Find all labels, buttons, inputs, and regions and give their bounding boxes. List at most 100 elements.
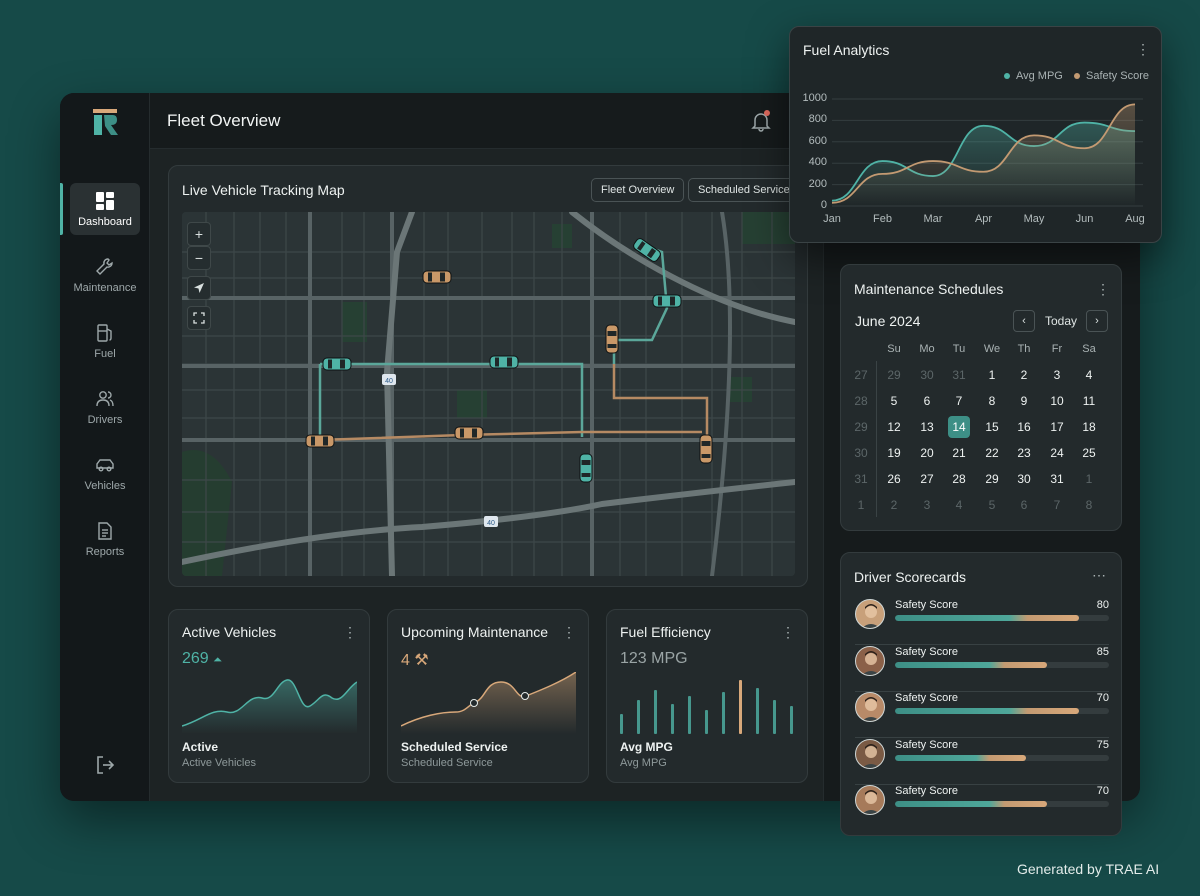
calendar-title: Maintenance Schedules xyxy=(854,281,1004,297)
series-line xyxy=(831,121,1136,202)
calendar-day[interactable]: 21 xyxy=(943,442,975,464)
vehicle-marker-icon[interactable] xyxy=(605,324,619,354)
locate-button[interactable] xyxy=(187,276,211,300)
calendar-day[interactable]: 24 xyxy=(1041,442,1073,464)
score-bar-track xyxy=(895,661,1109,668)
vehicle-tracking-map[interactable]: 40 40 + − xyxy=(182,212,795,576)
calendar-day[interactable]: 10 xyxy=(1041,390,1073,412)
sidebar-item-vehicles[interactable]: Vehicles xyxy=(70,447,140,499)
calendar-day[interactable]: 25 xyxy=(1073,442,1105,464)
vehicle-marker-icon[interactable] xyxy=(422,270,452,284)
calendar-day[interactable]: 6 xyxy=(911,390,943,412)
vehicle-marker-icon[interactable] xyxy=(322,357,352,371)
calendar-day[interactable]: 30 xyxy=(1008,468,1040,490)
more-options-icon[interactable]: ⋮ xyxy=(343,625,357,639)
calendar-day[interactable]: 29 xyxy=(878,364,910,386)
sidebar-item-drivers[interactable]: Drivers xyxy=(70,381,140,433)
calendar-day[interactable]: 9 xyxy=(1008,390,1040,412)
calendar-day[interactable]: 18 xyxy=(1073,416,1105,438)
calendar-day[interactable]: 5 xyxy=(976,494,1008,516)
vehicle-marker-icon[interactable] xyxy=(699,434,713,464)
calendar-day[interactable]: 16 xyxy=(1008,416,1040,438)
vehicle-marker-icon[interactable] xyxy=(454,426,484,440)
calendar-day[interactable]: 17 xyxy=(1041,416,1073,438)
y-tick-label: 1000 xyxy=(802,92,827,104)
driver-row[interactable]: Safety Score 70 xyxy=(855,785,1109,831)
fleet-overview-button[interactable]: Fleet Overview xyxy=(591,178,685,202)
series-area xyxy=(832,122,1135,206)
zoom-out-button[interactable]: − xyxy=(187,246,211,270)
sidebar: Dashboard Maintenance Fuel Drivers Vehic… xyxy=(60,93,150,801)
calendar-day[interactable]: 5 xyxy=(878,390,910,412)
location-arrow-icon xyxy=(194,283,204,293)
avatar[interactable] xyxy=(855,785,885,815)
calendar-day[interactable]: 31 xyxy=(943,364,975,386)
calendar-day[interactable]: 15 xyxy=(976,416,1008,438)
calendar-day[interactable]: 3 xyxy=(1041,364,1073,386)
calendar-day-selected[interactable]: 14 xyxy=(948,416,970,438)
active-vehicles-sparkline xyxy=(182,679,357,734)
calendar-next-button[interactable]: › xyxy=(1086,310,1108,332)
stat-sublabel: Active Vehicles xyxy=(182,757,256,769)
calendar-day[interactable]: 2 xyxy=(878,494,910,516)
calendar-today-button[interactable]: Today xyxy=(1045,314,1077,328)
calendar-day[interactable]: 29 xyxy=(976,468,1008,490)
sidebar-item-maintenance[interactable]: Maintenance xyxy=(70,249,140,301)
x-tick-label: Jun xyxy=(1075,213,1094,225)
driver-row[interactable]: Safety Score 75 xyxy=(855,738,1109,785)
calendar-day[interactable]: 8 xyxy=(1073,494,1105,516)
calendar-day[interactable]: 23 xyxy=(1008,442,1040,464)
sidebar-item-dashboard[interactable]: Dashboard xyxy=(60,183,140,235)
calendar-day[interactable]: 30 xyxy=(911,364,943,386)
more-options-icon[interactable]: ⋯ xyxy=(1092,568,1106,582)
calendar-day[interactable]: 4 xyxy=(1073,364,1105,386)
calendar-day[interactable]: 1 xyxy=(1073,468,1105,490)
avatar[interactable] xyxy=(855,738,885,769)
logout-icon[interactable] xyxy=(93,753,117,777)
scheduled-service-button[interactable]: Scheduled Service xyxy=(688,178,800,202)
driver-row[interactable]: Safety Score 70 xyxy=(855,692,1109,738)
calendar-day[interactable]: 4 xyxy=(943,494,975,516)
driver-row[interactable]: Safety Score 85 xyxy=(855,645,1109,692)
person-icon xyxy=(862,790,880,814)
more-options-icon[interactable]: ⋮ xyxy=(1136,42,1150,56)
calendar-day[interactable]: 27 xyxy=(911,468,943,490)
app-logo-icon[interactable] xyxy=(91,107,119,137)
calendar-day[interactable]: 7 xyxy=(1041,494,1073,516)
more-options-icon[interactable]: ⋮ xyxy=(1096,282,1110,296)
sidebar-item-fuel[interactable]: Fuel xyxy=(70,315,140,367)
calendar-day[interactable]: 6 xyxy=(1008,494,1040,516)
calendar-day[interactable]: 20 xyxy=(911,442,943,464)
avatar[interactable] xyxy=(855,692,885,722)
avatar[interactable] xyxy=(855,645,885,676)
users-icon xyxy=(96,390,114,406)
fullscreen-button[interactable] xyxy=(187,306,211,330)
calendar-day[interactable]: 31 xyxy=(1041,468,1073,490)
calendar-day[interactable]: 7 xyxy=(943,390,975,412)
calendar-day[interactable]: 26 xyxy=(878,468,910,490)
vehicle-marker-icon[interactable] xyxy=(652,294,682,308)
driver-row[interactable]: Safety Score 80 xyxy=(855,599,1109,645)
calendar-day[interactable]: 3 xyxy=(911,494,943,516)
vehicle-marker-icon[interactable] xyxy=(579,453,593,483)
weekday-label: Sa xyxy=(1082,343,1096,355)
vehicle-marker-icon[interactable] xyxy=(305,434,335,448)
calendar-day[interactable]: 28 xyxy=(943,468,975,490)
avatar[interactable] xyxy=(855,599,885,629)
calendar-day[interactable]: 11 xyxy=(1073,390,1105,412)
zoom-in-button[interactable]: + xyxy=(187,222,211,246)
calendar-prev-button[interactable]: ‹ xyxy=(1013,310,1035,332)
calendar-day[interactable]: 8 xyxy=(976,390,1008,412)
calendar-day[interactable]: 19 xyxy=(878,442,910,464)
sidebar-item-reports[interactable]: Reports xyxy=(70,513,140,565)
calendar-day[interactable]: 22 xyxy=(976,442,1008,464)
more-options-icon[interactable]: ⋮ xyxy=(781,625,795,639)
main-content: Live Vehicle Tracking Map Fleet Overview… xyxy=(150,149,823,801)
more-options-icon[interactable]: ⋮ xyxy=(562,625,576,639)
calendar-day[interactable]: 1 xyxy=(976,364,1008,386)
calendar-day[interactable]: 2 xyxy=(1008,364,1040,386)
calendar-day[interactable]: 12 xyxy=(878,416,910,438)
person-icon xyxy=(862,697,880,721)
calendar-day[interactable]: 13 xyxy=(911,416,943,438)
vehicle-marker-icon[interactable] xyxy=(489,355,519,369)
